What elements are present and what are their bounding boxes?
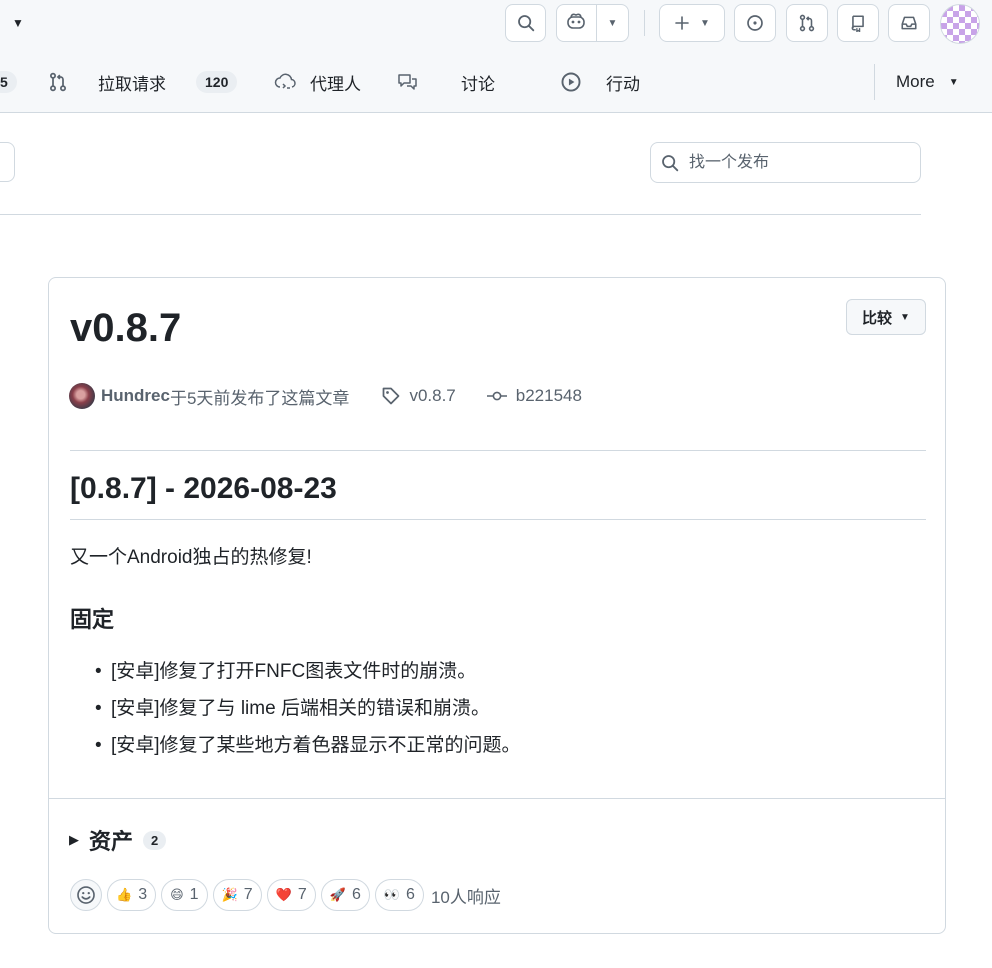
divider [0, 214, 921, 215]
pull-requests-button[interactable] [786, 4, 828, 42]
reaction-thumbs-up[interactable]: 👍 3 [107, 879, 157, 911]
published-text: 于5天前发布了这篇文章 [169, 388, 350, 408]
copilot-button[interactable] [557, 5, 597, 41]
pulls-counter: 120 [196, 71, 238, 93]
copilot-dropdown[interactable]: ▼ [597, 5, 628, 41]
compare-button[interactable]: 比较 ▼ [846, 299, 926, 335]
rocket-icon: 🚀 [329, 887, 346, 902]
section-title: 固定 [70, 607, 115, 632]
nav-partial-counter: 5 [0, 60, 17, 104]
laugh-icon: 😄 [170, 887, 184, 902]
repo-nav: 5 拉取请求 120 代理人 讨论 行动 More ▼ [0, 60, 992, 104]
author-link[interactable]: Hundrec [101, 386, 170, 406]
reaction-count: 1 [189, 886, 199, 903]
nav-tab-agents[interactable]: 代理人 [274, 60, 361, 104]
reaction-rocket[interactable]: 🚀 6 [320, 879, 370, 911]
nav-more-label: More [896, 72, 935, 91]
reaction-count: 6 [351, 886, 361, 903]
issue-opened-icon [746, 14, 764, 32]
nav-tab-label: 拉取请求 [98, 74, 166, 94]
author-avatar[interactable] [69, 383, 95, 409]
reaction-count: 6 [406, 886, 415, 903]
list-item: [安卓]修复了与 lime 后端相关的错误和崩溃。 [95, 690, 521, 727]
release-card: v0.8.7 比较 ▼ Hundrec 于5天前发布了这篇文章 v0.8.7 b… [48, 277, 946, 934]
nav-tab-label: 代理人 [310, 74, 361, 94]
reaction-heart[interactable]: ❤️ 7 [266, 879, 316, 911]
issues-button[interactable] [734, 4, 776, 42]
release-meta: Hundrec 于5天前发布了这篇文章 v0.8.7 b221548 [69, 382, 582, 410]
header-divider [644, 10, 645, 36]
reaction-laugh[interactable]: 😄 1 [161, 879, 208, 911]
nav-tab-actions[interactable]: 行动 [560, 60, 640, 104]
release-title[interactable]: v0.8.7 [70, 306, 181, 351]
git-pull-request-icon [48, 72, 68, 92]
reaction-count: 7 [243, 886, 253, 903]
fix-list: [安卓]修复了打开FNFC图表文件时的崩溃。 [安卓]修复了与 lime 后端相… [95, 653, 521, 764]
search-icon [517, 14, 535, 32]
reactions-bar: 👍 3 😄 1 🎉 7 ❤️ 7 🚀 6 👀 6 10人响应 [70, 879, 501, 911]
release-heading: [0.8.7] - 2026-08-23 [70, 472, 337, 505]
repositories-button[interactable] [837, 4, 879, 42]
plus-icon [674, 15, 690, 31]
repo-icon [849, 14, 867, 32]
nav-more-button[interactable]: More ▼ [896, 60, 959, 104]
git-commit-icon [486, 388, 508, 404]
assets-counter: 2 [143, 830, 167, 850]
release-search[interactable] [650, 142, 921, 183]
copilot-icon [566, 12, 586, 35]
caret-down-icon[interactable]: ▼ [12, 16, 24, 30]
tag-icon [381, 386, 401, 406]
create-new-button[interactable]: ▼ [659, 4, 725, 42]
agent-icon [274, 72, 298, 92]
search-icon [661, 154, 679, 172]
smiley-icon [76, 885, 96, 905]
heart-icon: ❤️ [275, 887, 292, 902]
nav-tab-label: 讨论 [461, 74, 495, 94]
thumbs-up-icon: 👍 [116, 887, 133, 902]
assets-toggle[interactable]: ▶ 资产 2 [69, 824, 167, 856]
divider [49, 798, 945, 799]
reactions-summary[interactable]: 10人响应 [431, 883, 501, 908]
nav-tab-discussions[interactable]: 讨论 [397, 60, 495, 104]
triangle-right-icon: ▶ [69, 832, 79, 847]
nav-divider [874, 64, 875, 100]
tag-link[interactable]: v0.8.7 [409, 386, 455, 406]
reaction-hooray[interactable]: 🎉 7 [212, 879, 262, 911]
release-search-input[interactable] [687, 152, 901, 173]
reaction-count: 7 [297, 886, 307, 903]
release-intro: 又一个Android独占的热修复! [70, 547, 312, 568]
header-bar: ▼ ▼ ▼ 5 拉取请求 120 代理人 讨论 行动 More ▼ [0, 0, 992, 113]
list-item: [安卓]修复了打开FNFC图表文件时的崩溃。 [95, 653, 521, 690]
play-icon [560, 71, 582, 93]
triangle-down-icon: ▼ [700, 17, 710, 29]
user-avatar[interactable] [940, 4, 980, 44]
copilot-menu[interactable]: ▼ [556, 4, 629, 42]
triangle-down-icon: ▼ [607, 17, 618, 29]
party-popper-icon: 🎉 [221, 887, 238, 902]
triangle-down-icon: ▼ [900, 311, 910, 323]
search-button[interactable] [505, 4, 546, 42]
comment-discussion-icon [397, 72, 419, 92]
nav-tab-pull-requests[interactable]: 拉取请求 120 [48, 60, 238, 104]
list-item: [安卓]修复了某些地方着色器显示不正常的问题。 [95, 727, 521, 764]
add-reaction-button[interactable] [70, 879, 102, 911]
partial-input[interactable] [0, 142, 15, 182]
eyes-icon: 👀 [383, 887, 401, 902]
inbox-button[interactable] [888, 4, 930, 42]
commit-link[interactable]: b221548 [516, 386, 582, 406]
compare-label: 比较 [862, 309, 893, 327]
triangle-down-icon: ▼ [948, 76, 959, 88]
divider [70, 450, 926, 451]
reaction-eyes[interactable]: 👀 6 [374, 879, 424, 911]
divider [70, 519, 926, 520]
nav-tab-label: 行动 [606, 74, 640, 94]
reaction-count: 3 [138, 886, 148, 903]
inbox-icon [900, 14, 918, 32]
assets-label: 资产 [89, 829, 134, 854]
git-pull-request-icon [798, 14, 816, 32]
